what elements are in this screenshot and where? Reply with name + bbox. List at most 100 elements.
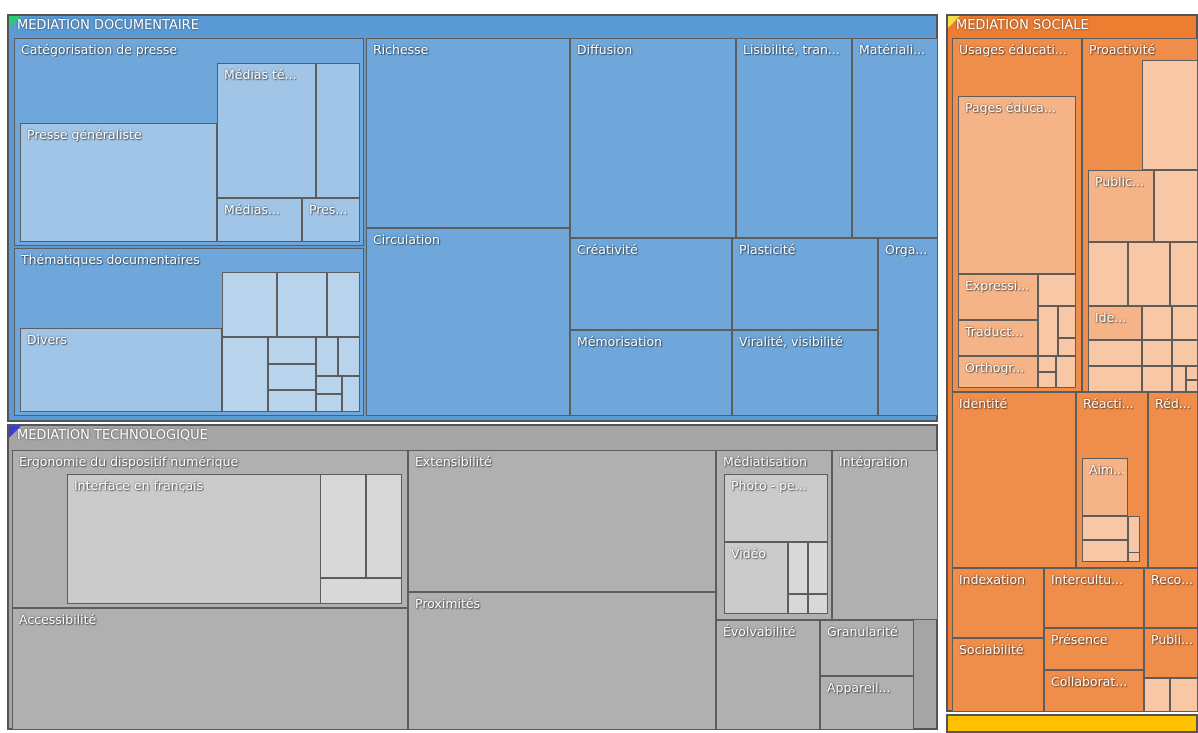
tile-collaborat[interactable]: Collaborat...: [1044, 670, 1144, 712]
tile-unlabeled[interactable]: [327, 272, 360, 337]
tile-label: Orga...: [885, 242, 928, 257]
tile-unlabeled[interactable]: [316, 394, 342, 412]
tile-divers[interactable]: Divers: [20, 328, 222, 412]
tile-label: Expressi...: [965, 278, 1030, 293]
tile-proximites[interactable]: Proximités: [408, 592, 716, 730]
tile-integration[interactable]: Intégration: [832, 450, 938, 620]
tile-granularite[interactable]: Granularité: [820, 620, 914, 676]
tile-public[interactable]: Public...: [1088, 170, 1154, 242]
tile-unlabeled[interactable]: [342, 376, 360, 412]
tile-unlabeled[interactable]: [222, 337, 268, 412]
tile-viralite-visibilite[interactable]: Viralité, visibilité: [732, 330, 878, 416]
tile-ide[interactable]: Ide...: [1088, 306, 1142, 340]
tile-unlabeled[interactable]: [1144, 678, 1170, 712]
tile-sociabilite[interactable]: Sociabilité: [952, 638, 1044, 712]
tile-unlabeled[interactable]: [316, 376, 342, 394]
tile-label: Appareil...: [827, 680, 891, 695]
tile-materiali[interactable]: Matériali...: [852, 38, 938, 238]
tile-unlabeled[interactable]: [1142, 366, 1172, 392]
tile-unlabeled[interactable]: [1038, 372, 1056, 388]
tile-unlabeled[interactable]: [808, 594, 828, 614]
tile-unlabeled[interactable]: [268, 364, 316, 390]
tile-pages-educa[interactable]: Pages éduca...: [958, 96, 1076, 274]
tile-label: Photo - pe...: [731, 478, 807, 493]
tile-video[interactable]: Vidéo: [724, 542, 788, 614]
tile-label: Proximités: [415, 596, 481, 611]
tile-unlabeled[interactable]: [1142, 306, 1172, 340]
tile-unlabeled[interactable]: [1088, 242, 1128, 306]
tile-richesse[interactable]: Richesse: [366, 38, 570, 228]
tile-unlabeled[interactable]: [1128, 552, 1140, 562]
tile-label: Divers: [27, 332, 67, 347]
tile-unlabeled[interactable]: [1170, 678, 1198, 712]
tile-identite[interactable]: Identité: [952, 392, 1076, 568]
tile-label: Orthogr...: [965, 360, 1025, 375]
tile-unlabeled[interactable]: [316, 337, 338, 376]
tile-unlabeled[interactable]: [338, 337, 360, 376]
tile-unlabeled[interactable]: [1142, 60, 1198, 170]
tile-unlabeled[interactable]: [1088, 340, 1142, 366]
tile-unlabeled[interactable]: [808, 542, 828, 594]
tile-appareil[interactable]: Appareil...: [820, 676, 914, 730]
tile-unlabeled[interactable]: [366, 474, 402, 578]
tile-unlabeled[interactable]: [1058, 306, 1076, 338]
tile-expressi[interactable]: Expressi...: [958, 274, 1038, 320]
tile-photo-pe[interactable]: Photo - pe...: [724, 474, 828, 542]
tile-unlabeled[interactable]: [320, 474, 366, 578]
tile-evolvabilite[interactable]: Évolvabilité: [716, 620, 820, 730]
tile-accessibilite[interactable]: Accessibilité: [12, 608, 408, 730]
tile-unlabeled[interactable]: [1128, 242, 1170, 306]
tile-presence[interactable]: Présence: [1044, 628, 1144, 670]
tile-traduct[interactable]: Traduct...: [958, 320, 1038, 356]
tile-lisibilite-tran[interactable]: Lisibilité, tran...: [736, 38, 852, 238]
tile-unlabeled[interactable]: [277, 272, 327, 337]
tile-medias[interactable]: Médias...: [217, 198, 302, 242]
tile-unlabeled[interactable]: [1186, 366, 1198, 380]
tile-unlabeled[interactable]: [1170, 242, 1198, 306]
tile-intercultu[interactable]: Intercultu...: [1044, 568, 1144, 628]
tile-label: Sociabilité: [959, 642, 1024, 657]
tile-unlabeled[interactable]: [1186, 380, 1198, 392]
tile-unlabeled[interactable]: [1058, 338, 1076, 356]
tile-unlabeled[interactable]: [1056, 356, 1076, 388]
tile-label: Aim...: [1089, 462, 1124, 477]
tile-extensibilite[interactable]: Extensibilité: [408, 450, 716, 592]
tile-creativite[interactable]: Créativité: [570, 238, 732, 330]
tile-orga[interactable]: Orga...: [878, 238, 938, 416]
tile-unlabeled[interactable]: [1038, 306, 1058, 356]
tile-unlabeled[interactable]: [1172, 366, 1186, 392]
tile-circulation[interactable]: Circulation: [366, 228, 570, 416]
tile-pres[interactable]: Pres...: [302, 198, 360, 242]
tile-unlabeled[interactable]: [222, 272, 277, 337]
tile-aim[interactable]: Aim...: [1082, 458, 1128, 516]
tile-label: Publi...: [1151, 632, 1194, 647]
tile-indexation[interactable]: Indexation: [952, 568, 1044, 638]
tile-unlabeled[interactable]: [1154, 170, 1198, 242]
tile-unlabeled[interactable]: [268, 337, 316, 364]
tile-diffusion[interactable]: Diffusion: [570, 38, 736, 238]
tile-memorisation[interactable]: Mémorisation: [570, 330, 732, 416]
tile-unlabeled[interactable]: [1082, 516, 1128, 540]
tile-plasticite[interactable]: Plasticité: [732, 238, 878, 330]
tile-red[interactable]: Réd...: [1148, 392, 1198, 568]
tile-medias-te[interactable]: Médias té...: [217, 63, 316, 198]
tile-unlabeled[interactable]: [1172, 340, 1198, 366]
tile-unlabeled[interactable]: [1038, 356, 1056, 372]
tile-label: Présence: [1051, 632, 1108, 647]
tile-unlabeled[interactable]: [320, 578, 402, 604]
tile-unlabeled[interactable]: [268, 390, 316, 412]
tile-unlabeled[interactable]: [1172, 306, 1198, 340]
group-other[interactable]: [946, 714, 1198, 733]
tile-unlabeled[interactable]: [1038, 274, 1076, 306]
tile-unlabeled[interactable]: [788, 594, 808, 614]
tile-orthogr[interactable]: Orthogr...: [958, 356, 1038, 388]
tile-unlabeled[interactable]: [1088, 366, 1142, 392]
tile-unlabeled[interactable]: [1142, 340, 1172, 366]
tile-unlabeled[interactable]: [316, 63, 360, 198]
tile-unlabeled[interactable]: [788, 542, 808, 594]
tile-presse-generaliste[interactable]: Presse généraliste: [20, 123, 217, 242]
tile-label: Presse généraliste: [27, 127, 142, 142]
tile-unlabeled[interactable]: [1082, 540, 1128, 562]
tile-publi[interactable]: Publi...: [1144, 628, 1198, 678]
tile-reco[interactable]: Reco...: [1144, 568, 1198, 628]
